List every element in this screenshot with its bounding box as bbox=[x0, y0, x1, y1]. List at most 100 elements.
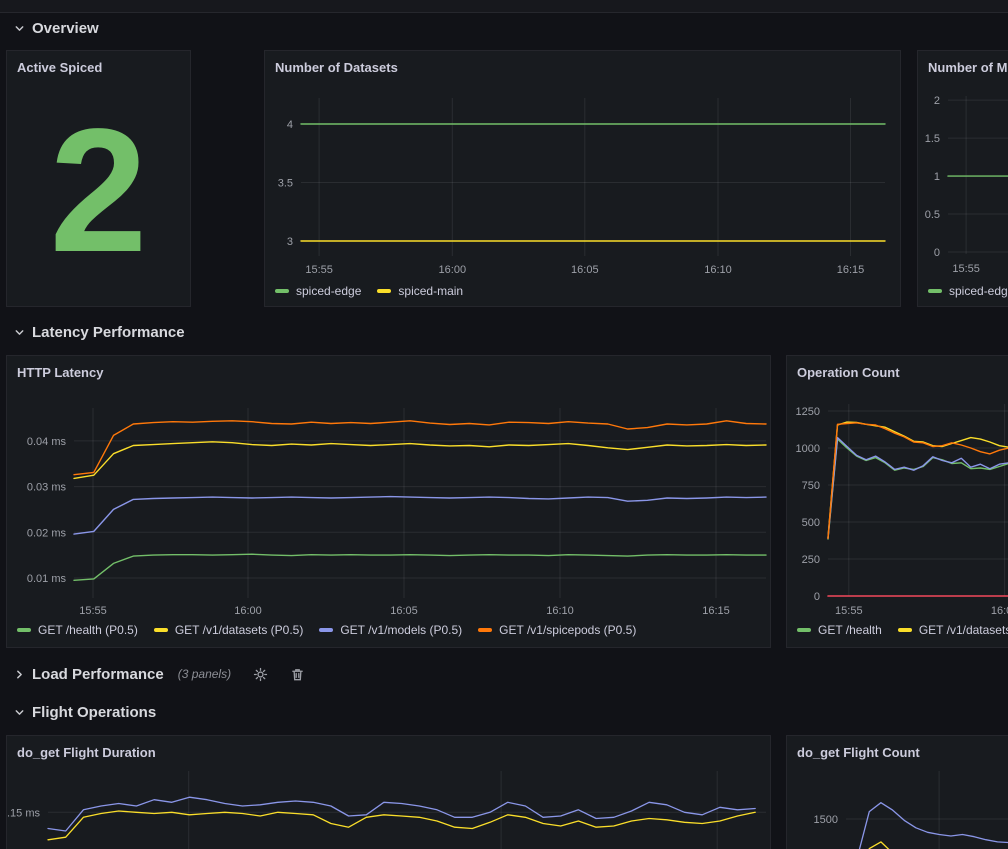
stat-value: 2 bbox=[7, 85, 190, 296]
chevron-down-icon bbox=[14, 23, 25, 34]
section-title: Flight Operations bbox=[32, 704, 156, 721]
legend-label: GET /v1/spicepods (P0.5) bbox=[499, 623, 636, 637]
section-header-load-performance[interactable]: Load Performance (3 panels) bbox=[14, 663, 305, 685]
svg-text:1250: 1250 bbox=[796, 406, 820, 418]
legend-item[interactable]: spiced-main bbox=[377, 284, 463, 298]
svg-text:15:55: 15:55 bbox=[79, 605, 107, 617]
svg-text:15:55: 15:55 bbox=[305, 264, 333, 276]
svg-text:0.03 ms: 0.03 ms bbox=[27, 482, 67, 494]
svg-text:750: 750 bbox=[802, 480, 820, 492]
svg-text:250: 250 bbox=[802, 554, 820, 566]
svg-text:15:55: 15:55 bbox=[952, 263, 980, 275]
section-title: Load Performance bbox=[32, 666, 164, 683]
legend-chip bbox=[928, 289, 942, 293]
svg-text:16:05: 16:05 bbox=[571, 264, 599, 276]
legend-item[interactable]: spiced-edge bbox=[275, 284, 361, 298]
legend-chip bbox=[154, 628, 168, 632]
svg-text:0: 0 bbox=[934, 247, 940, 259]
legend-item[interactable]: spiced-edge bbox=[928, 284, 1008, 298]
panel-title[interactable]: do_get Flight Count bbox=[787, 736, 1008, 760]
operation-count-chart[interactable]: 12501000750500250015:5516:0016:0516:1016… bbox=[787, 356, 1008, 647]
panel-number-of-datasets: Number of Datasets 4 3.5 3 15:55 16:00 16:05 1… bbox=[264, 50, 901, 307]
section-title: Latency Performance bbox=[32, 324, 185, 341]
row-settings-button[interactable] bbox=[253, 667, 268, 682]
panel-do-get-flight-duration: do_get Flight Duration 0.15 ms bbox=[6, 735, 771, 849]
http-latency-legend: GET /health (P0.5) GET /v1/datasets (P0.5… bbox=[17, 623, 652, 637]
legend-label: spiced-edge bbox=[296, 284, 361, 298]
legend-label: GET /v1/datasets (P0.5) bbox=[175, 623, 304, 637]
svg-text:16:10: 16:10 bbox=[546, 605, 574, 617]
panel-number-of-models: Number of Models 21.510.5015:5516:0016:0… bbox=[917, 50, 1008, 307]
svg-text:0.01 ms: 0.01 ms bbox=[27, 573, 67, 585]
svg-text:3: 3 bbox=[287, 236, 293, 248]
models-legend: spiced-edge bbox=[928, 284, 1008, 298]
gear-icon bbox=[253, 667, 268, 682]
svg-text:500: 500 bbox=[802, 517, 820, 529]
svg-text:0: 0 bbox=[814, 591, 820, 603]
legend-chip bbox=[377, 289, 391, 293]
svg-text:0.5: 0.5 bbox=[925, 209, 940, 221]
svg-text:0.15 ms: 0.15 ms bbox=[7, 807, 40, 819]
grafana-dashboard: Overview Active Spiced 2 Number of Datas… bbox=[0, 0, 1008, 849]
models-chart[interactable]: 21.510.5015:5516:0016:0516:1016:15 bbox=[918, 51, 1008, 306]
legend-label: GET /health bbox=[818, 623, 882, 637]
legend-label: GET /health (P0.5) bbox=[38, 623, 138, 637]
svg-text:4: 4 bbox=[287, 119, 293, 131]
svg-text:16:00: 16:00 bbox=[234, 605, 262, 617]
legend-item[interactable]: GET /v1/datasets (P0.5) bbox=[154, 623, 304, 637]
section-header-latency-performance[interactable]: Latency Performance bbox=[14, 321, 185, 343]
svg-text:1000: 1000 bbox=[796, 443, 820, 455]
section-title: Overview bbox=[32, 20, 99, 37]
section-header-flight-operations[interactable]: Flight Operations bbox=[14, 701, 156, 723]
http-latency-chart[interactable]: 0.04 ms 0.03 ms 0.02 ms 0.01 ms 15:55 16:00 16… bbox=[7, 356, 770, 647]
panel-title[interactable]: Number of Models bbox=[918, 51, 1008, 75]
panel-title[interactable]: do_get Flight Duration bbox=[7, 736, 770, 760]
panel-title[interactable]: HTTP Latency bbox=[7, 356, 770, 380]
operation-count-legend: GET /healthGET /v1/datasetsGET /v1/model… bbox=[797, 623, 1008, 637]
legend-chip bbox=[797, 628, 811, 632]
svg-text:1: 1 bbox=[934, 171, 940, 183]
svg-text:15:55: 15:55 bbox=[835, 605, 863, 617]
datasets-legend: spiced-edge spiced-main bbox=[275, 284, 479, 298]
legend-chip bbox=[275, 289, 289, 293]
chevron-down-icon bbox=[14, 707, 25, 718]
svg-text:2: 2 bbox=[934, 95, 940, 107]
svg-text:0.02 ms: 0.02 ms bbox=[27, 527, 67, 539]
legend-chip bbox=[478, 628, 492, 632]
datasets-chart[interactable]: 4 3.5 3 15:55 16:00 16:05 16:10 16:15 bbox=[265, 51, 900, 306]
panel-title[interactable]: Number of Datasets bbox=[265, 51, 900, 75]
row-delete-button[interactable] bbox=[290, 667, 305, 682]
legend-label: GET /v1/models (P0.5) bbox=[340, 623, 462, 637]
top-toolbar-edge bbox=[0, 0, 1008, 13]
legend-item[interactable]: GET /v1/spicepods (P0.5) bbox=[478, 623, 636, 637]
panel-active-spiced: Active Spiced 2 bbox=[6, 50, 191, 307]
svg-text:0.04 ms: 0.04 ms bbox=[27, 436, 67, 448]
svg-text:16:15: 16:15 bbox=[837, 264, 865, 276]
chevron-down-icon bbox=[14, 327, 25, 338]
chevron-right-icon bbox=[14, 669, 25, 680]
legend-label: GET /v1/datasets bbox=[919, 623, 1008, 637]
legend-label: spiced-main bbox=[398, 284, 463, 298]
panel-http-latency: HTTP Latency 0.04 ms 0.03 ms 0.02 ms 0.01 m… bbox=[6, 355, 771, 648]
legend-chip bbox=[319, 628, 333, 632]
svg-text:1.5: 1.5 bbox=[925, 133, 940, 145]
svg-text:1500: 1500 bbox=[814, 814, 838, 826]
legend-chip bbox=[17, 628, 31, 632]
legend-label: spiced-edge bbox=[949, 284, 1008, 298]
svg-text:16:10: 16:10 bbox=[704, 264, 732, 276]
panels-count-note: (3 panels) bbox=[178, 667, 231, 681]
legend-item[interactable]: GET /health bbox=[797, 623, 882, 637]
svg-text:16:15: 16:15 bbox=[702, 605, 730, 617]
svg-text:3.5: 3.5 bbox=[278, 178, 293, 190]
trash-icon bbox=[290, 667, 305, 682]
panel-title[interactable]: Active Spiced bbox=[7, 51, 190, 75]
legend-chip bbox=[898, 628, 912, 632]
svg-text:16:00: 16:00 bbox=[439, 264, 467, 276]
panel-do-get-flight-count: do_get Flight Count 1500 bbox=[786, 735, 1008, 849]
legend-item[interactable]: GET /health (P0.5) bbox=[17, 623, 138, 637]
legend-item[interactable]: GET /v1/datasets bbox=[898, 623, 1008, 637]
panel-operation-count: Operation Count 12501000750500250015:551… bbox=[786, 355, 1008, 648]
section-header-overview[interactable]: Overview bbox=[14, 17, 99, 39]
legend-item[interactable]: GET /v1/models (P0.5) bbox=[319, 623, 462, 637]
panel-title[interactable]: Operation Count bbox=[787, 356, 1008, 380]
